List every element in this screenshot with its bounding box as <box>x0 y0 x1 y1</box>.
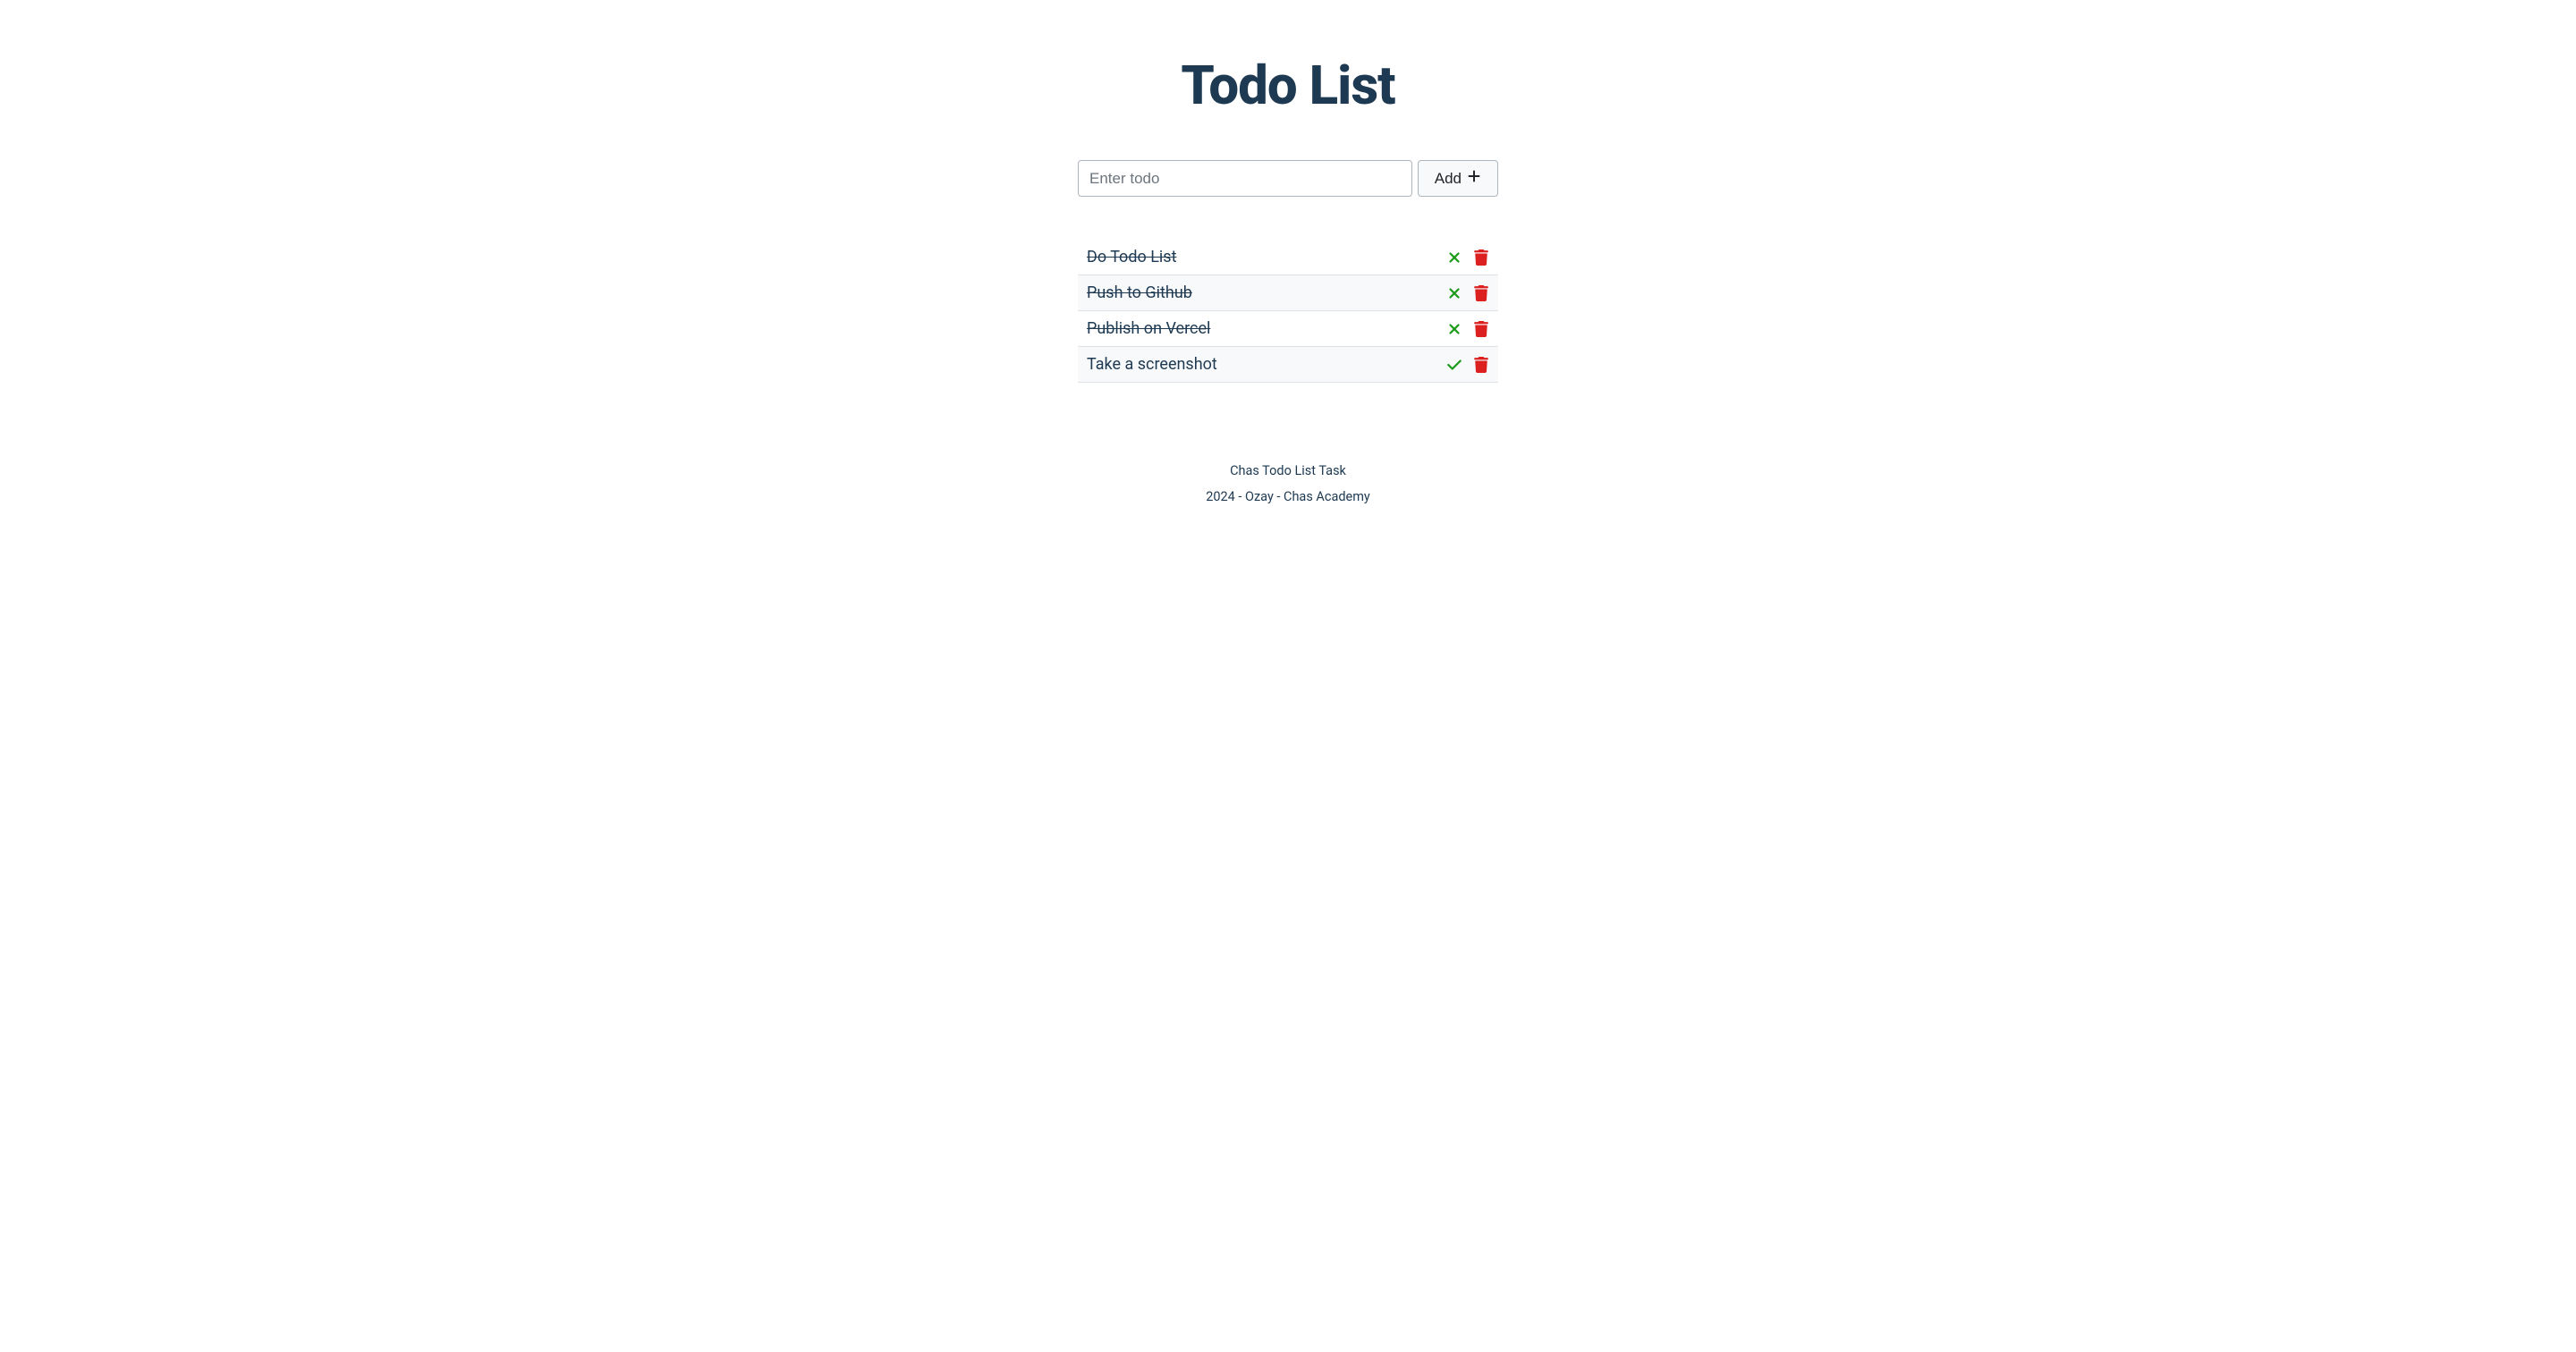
todo-item: Do Todo List <box>1078 240 1498 275</box>
check-icon[interactable] <box>1446 357 1462 373</box>
x-icon[interactable] <box>1446 249 1462 266</box>
todo-actions <box>1446 321 1489 337</box>
plus-icon <box>1467 169 1481 188</box>
todo-text: Take a screenshot <box>1087 355 1217 374</box>
todo-text: Publish on Vercel <box>1087 319 1210 338</box>
x-icon[interactable] <box>1446 321 1462 337</box>
page-title: Todo List <box>1078 54 1498 117</box>
todo-item: Push to Github <box>1078 275 1498 311</box>
todo-text: Do Todo List <box>1087 248 1176 266</box>
trash-icon[interactable] <box>1473 285 1489 301</box>
add-button[interactable]: Add <box>1418 160 1498 197</box>
footer: Chas Todo List Task 2024 - Ozay - Chas A… <box>0 463 2576 504</box>
todo-actions <box>1446 249 1489 266</box>
todo-actions <box>1446 285 1489 301</box>
todo-item: Take a screenshot <box>1078 347 1498 383</box>
todo-list: Do Todo List Push to Github Publish on Ver… <box>1078 240 1498 383</box>
trash-icon[interactable] <box>1473 249 1489 266</box>
footer-line1: Chas Todo List Task <box>0 463 2576 478</box>
todo-text: Push to Github <box>1087 283 1192 302</box>
todo-input[interactable] <box>1078 160 1412 197</box>
app-container: Todo List Add Do Todo List Push to Github… <box>1078 54 1498 383</box>
input-row: Add <box>1078 160 1498 197</box>
add-button-label: Add <box>1435 170 1462 188</box>
x-icon[interactable] <box>1446 285 1462 301</box>
trash-icon[interactable] <box>1473 321 1489 337</box>
footer-line2: 2024 - Ozay - Chas Academy <box>0 489 2576 504</box>
todo-actions <box>1446 357 1489 373</box>
trash-icon[interactable] <box>1473 357 1489 373</box>
todo-item: Publish on Vercel <box>1078 311 1498 347</box>
